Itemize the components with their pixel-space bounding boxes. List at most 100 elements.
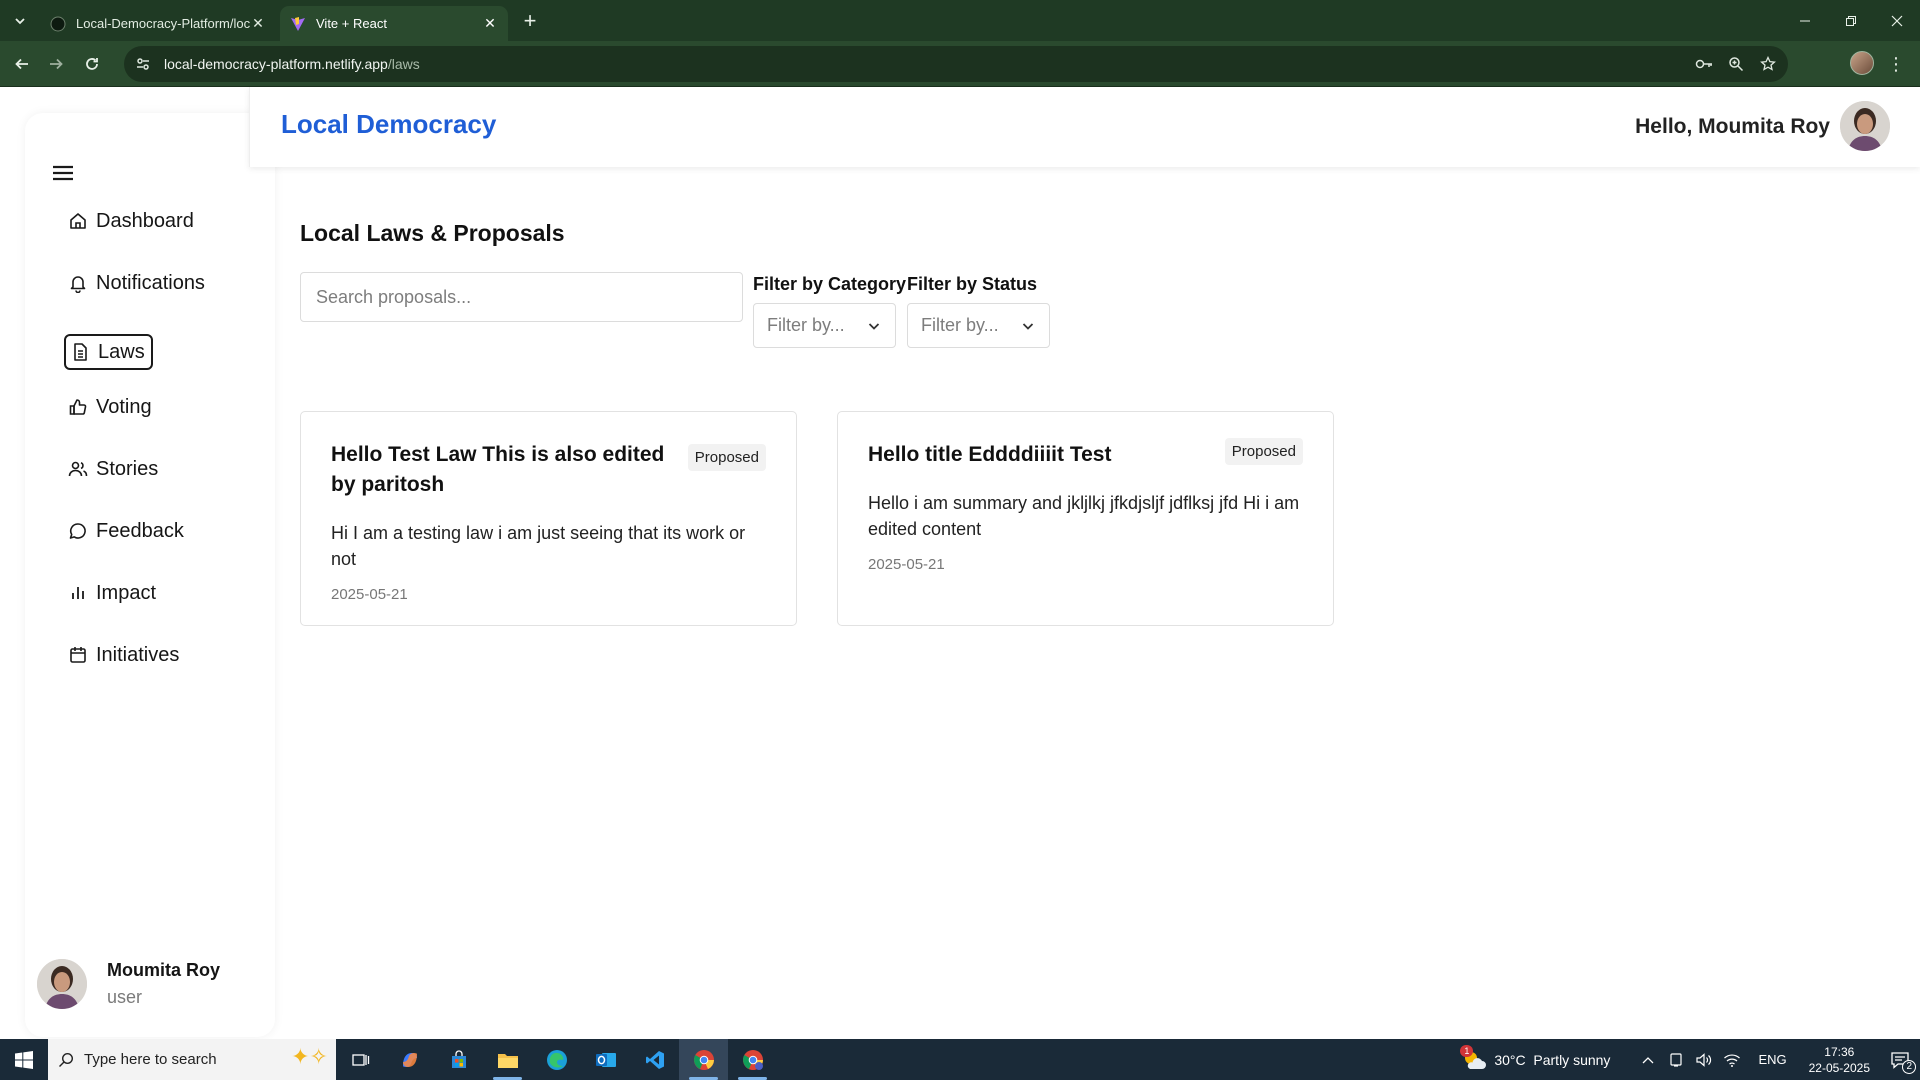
back-button[interactable] [8, 50, 36, 78]
select-value: Filter by... [921, 315, 999, 335]
sidebar-item-label: Voting [96, 395, 152, 418]
microsoft-store-icon[interactable] [434, 1039, 483, 1080]
chrome-profile-icon[interactable] [728, 1039, 777, 1080]
law-summary: Hi I am a testing law i am just seeing t… [331, 523, 746, 569]
file-explorer-icon[interactable] [483, 1039, 532, 1080]
law-summary: Hello i am summary and jkljlkj jfkdjsljf… [868, 493, 1300, 539]
user-name: Moumita Roy [107, 960, 221, 980]
close-window-icon[interactable] [1874, 0, 1920, 41]
sidebar-item-label: Impact [96, 581, 157, 604]
edge-browser-icon[interactable] [532, 1039, 581, 1080]
filter-label: Filter by Status [907, 274, 1038, 294]
windows-start-button[interactable] [0, 1039, 48, 1080]
meet-now-icon[interactable] [1664, 1052, 1688, 1068]
chevron-down-icon [15, 18, 25, 25]
header-avatar[interactable] [1840, 101, 1890, 151]
document-icon [70, 342, 90, 362]
hamburger-menu-icon[interactable] [51, 163, 75, 183]
law-date: 2025-05-21 [868, 556, 945, 573]
clock-time: 17:36 [1824, 1044, 1855, 1059]
close-tab-icon[interactable]: ✕ [482, 15, 498, 32]
tab-title: Vite + React [316, 16, 387, 31]
password-key-icon[interactable] [1692, 52, 1716, 76]
app-root: Dashboard Notifications Laws Voting Stor… [0, 87, 1920, 1039]
chat-bubble-icon [68, 521, 88, 541]
system-tray: 1 30°C Partly sunny ENG 17:36 22-05-2025… [1460, 1039, 1920, 1080]
avatar [37, 959, 87, 1009]
thumbs-up-icon [68, 397, 88, 417]
vite-icon [290, 16, 306, 32]
browser-menu-icon[interactable]: ⋮ [1884, 50, 1908, 78]
input-language[interactable]: ENG [1758, 1052, 1786, 1067]
tab-title: Local-Democracy-Platform/local-democracy [76, 16, 250, 31]
site-info-icon[interactable] [132, 53, 154, 75]
window-controls [1782, 0, 1920, 41]
user-greeting: Hello, Moumita Roy [1635, 115, 1830, 138]
sidebar-item-voting[interactable]: Voting [64, 389, 156, 425]
browser-tab-github[interactable]: Local-Democracy-Platform/local-democracy… [40, 6, 276, 41]
sidebar-item-label: Laws [98, 340, 145, 363]
reload-button[interactable] [78, 50, 106, 78]
windows-logo-icon [15, 1050, 33, 1069]
browser-tab-vite[interactable]: Vite + React ✕ [280, 6, 508, 41]
app-header: Local Democracy Hello, Moumita Roy [249, 87, 1920, 167]
weather-alert-badge: 1 [1460, 1044, 1474, 1057]
browser-profile-avatar[interactable] [1850, 51, 1874, 75]
bell-icon [68, 273, 88, 293]
chrome-browser-icon[interactable] [679, 1039, 728, 1080]
clock-date: 22-05-2025 [1808, 1060, 1870, 1075]
chevron-up-icon[interactable] [1636, 1055, 1660, 1065]
user-role: user [107, 987, 143, 1007]
sidebar-item-stories[interactable]: Stories [64, 451, 162, 487]
sidebar-item-feedback[interactable]: Feedback [64, 513, 188, 549]
sidebar-item-dashboard[interactable]: Dashboard [64, 203, 198, 239]
law-card[interactable]: Hello Test Law This is also edited by pa… [300, 411, 797, 626]
browser-tab-bar: Local-Democracy-Platform/local-democracy… [0, 0, 1920, 41]
sidebar-item-label: Notifications [96, 271, 205, 294]
windows-taskbar: Type here to search ✦✧ 1 30°C Partly sun… [0, 1039, 1920, 1080]
system-clock[interactable]: 17:36 22-05-2025 [1809, 1044, 1870, 1076]
users-icon [68, 459, 88, 479]
status-select[interactable]: Filter by... [907, 303, 1050, 348]
sidebar-item-notifications[interactable]: Notifications [64, 265, 209, 301]
outlook-icon[interactable] [581, 1039, 630, 1080]
wifi-icon[interactable] [1720, 1052, 1744, 1068]
sidebar-item-laws[interactable]: Laws [64, 334, 153, 370]
law-card[interactable]: Hello title Eddddiiiit Test Proposed Hel… [837, 411, 1334, 626]
task-view-icon[interactable] [336, 1039, 385, 1080]
vscode-icon[interactable] [630, 1039, 679, 1080]
minimize-icon[interactable] [1782, 0, 1828, 41]
law-title: Hello title Eddddiiiit Test [868, 443, 1112, 466]
speaker-icon[interactable] [1692, 1052, 1716, 1068]
sidebar-item-impact[interactable]: Impact [64, 575, 160, 611]
notification-center-button[interactable]: 2 [1880, 1039, 1920, 1080]
forward-button[interactable] [42, 50, 70, 78]
bookmark-star-icon[interactable] [1756, 52, 1780, 76]
filter-label: Filter by Category [753, 274, 907, 294]
taskbar-search[interactable]: Type here to search ✦✧ [48, 1039, 336, 1080]
status-badge: Proposed [687, 444, 766, 471]
partly-sunny-icon: 1 [1460, 1044, 1487, 1071]
arrow-right-icon [50, 58, 63, 70]
taskbar-search-placeholder: Type here to search [84, 1051, 217, 1068]
weather-widget[interactable]: 1 30°C Partly sunny [1460, 1044, 1610, 1071]
reload-icon [86, 58, 98, 70]
tab-search-button[interactable] [8, 9, 32, 33]
chevron-down-icon [868, 322, 880, 330]
sparkle-icon: ✦✧ [291, 1044, 328, 1069]
sidebar-item-initiatives[interactable]: Initiatives [64, 637, 183, 673]
page-title: Local Laws & Proposals [300, 220, 565, 246]
brand-logo-text[interactable]: Local Democracy [281, 109, 496, 140]
bar-chart-icon [68, 583, 88, 603]
category-filter: Filter by Category Filter by... [753, 274, 906, 348]
sidebar-user-profile[interactable]: Moumita Roy user [37, 959, 220, 1009]
copilot-icon[interactable] [385, 1039, 434, 1080]
address-bar[interactable]: local-democracy-platform.netlify.app/law… [124, 46, 1788, 82]
status-filter: Filter by Status Filter by... [907, 274, 1050, 348]
zoom-icon[interactable] [1724, 52, 1748, 76]
search-input[interactable] [300, 272, 743, 322]
close-tab-icon[interactable]: ✕ [250, 15, 266, 32]
category-select[interactable]: Filter by... [753, 303, 896, 348]
new-tab-button[interactable]: + [518, 9, 542, 33]
restore-icon[interactable] [1828, 0, 1874, 41]
